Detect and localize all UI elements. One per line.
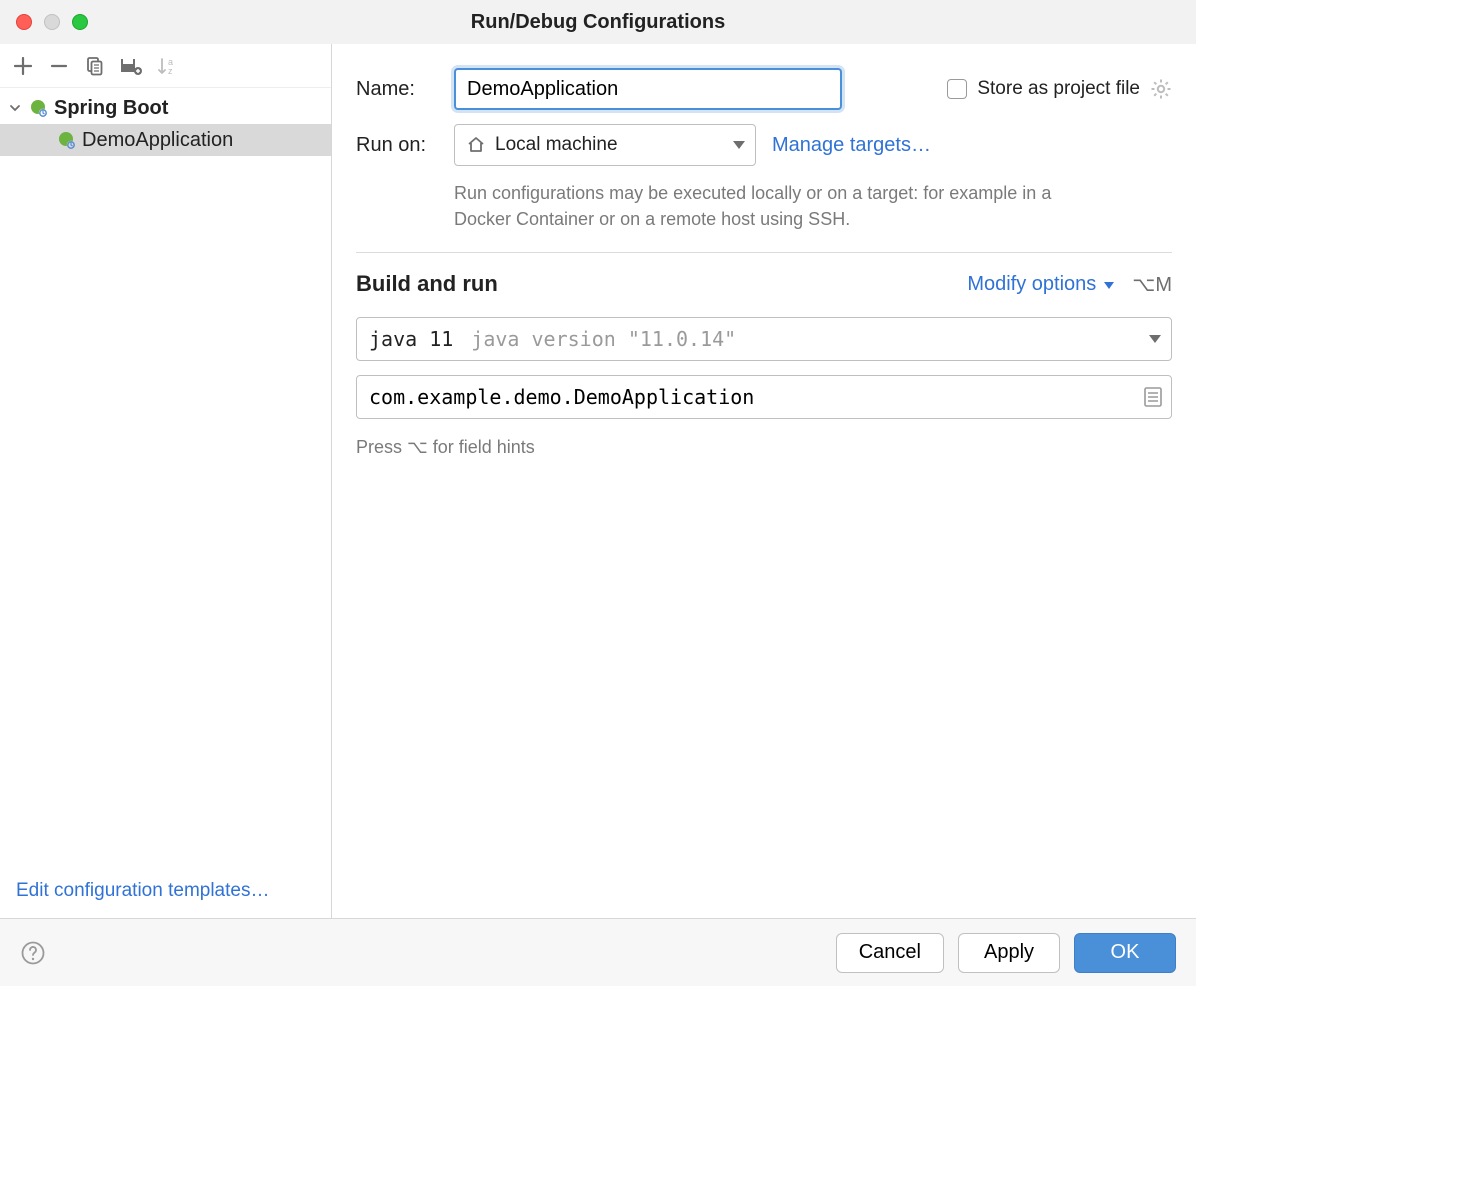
gear-icon[interactable] <box>1150 78 1172 100</box>
separator <box>356 252 1172 253</box>
store-label: Store as project file <box>977 78 1140 100</box>
store-as-project-file[interactable]: Store as project file <box>947 78 1172 100</box>
zoom-window-button[interactable] <box>72 14 88 30</box>
window-controls <box>16 14 88 30</box>
content-area: az Spring Boot DemoApplication Edit conf… <box>0 44 1196 918</box>
chevron-down-icon <box>1104 282 1114 289</box>
spring-boot-icon <box>56 130 76 150</box>
modify-options-label: Modify options <box>967 273 1096 296</box>
chevron-down-icon <box>733 141 745 149</box>
chevron-down-icon <box>8 102 22 114</box>
minimize-window-button[interactable] <box>44 14 60 30</box>
window-title: Run/Debug Configurations <box>471 11 725 34</box>
spring-boot-icon <box>28 98 48 118</box>
jdk-detail: java version "11.0.14" <box>471 327 736 351</box>
modify-options[interactable]: Modify options ⌥M <box>967 272 1172 297</box>
dialog-footer: Cancel Apply OK <box>0 918 1196 986</box>
tree-item-demoapplication[interactable]: DemoApplication <box>0 124 331 156</box>
titlebar: Run/Debug Configurations <box>0 0 1196 44</box>
configurations-toolbar: az <box>0 44 331 88</box>
close-window-button[interactable] <box>16 14 32 30</box>
add-configuration-button[interactable] <box>12 55 34 77</box>
configuration-editor: Name: Store as project file Run on: Loca… <box>332 44 1196 918</box>
name-input[interactable] <box>454 68 842 110</box>
tree-category-spring-boot[interactable]: Spring Boot <box>0 92 331 124</box>
list-icon[interactable] <box>1144 387 1162 407</box>
field-hint: Press ⌥ for field hints <box>356 437 1172 458</box>
configurations-panel: az Spring Boot DemoApplication Edit conf… <box>0 44 332 918</box>
build-and-run-header: Build and run Modify options ⌥M <box>356 271 1172 297</box>
section-title: Build and run <box>356 271 498 297</box>
home-icon <box>467 136 485 154</box>
runon-dropdown[interactable]: Local machine <box>454 124 756 166</box>
runon-row: Run on: Local machine Manage targets… <box>356 124 1172 166</box>
chevron-down-icon <box>1149 335 1161 343</box>
name-label: Name: <box>356 78 438 101</box>
svg-text:z: z <box>168 66 173 76</box>
help-button[interactable] <box>20 940 46 966</box>
remove-configuration-button[interactable] <box>48 55 70 77</box>
save-configuration-button[interactable] <box>120 55 142 77</box>
runon-value: Local machine <box>495 134 618 156</box>
configurations-tree: Spring Boot DemoApplication <box>0 88 331 868</box>
name-row: Name: Store as project file <box>356 68 1172 110</box>
ok-button[interactable]: OK <box>1074 933 1176 973</box>
checkbox-icon[interactable] <box>947 79 967 99</box>
tree-category-label: Spring Boot <box>54 97 168 120</box>
jdk-dropdown[interactable]: java 11 java version "11.0.14" <box>356 317 1172 361</box>
sort-configurations-button[interactable]: az <box>156 55 178 77</box>
tree-item-label: DemoApplication <box>82 129 233 152</box>
runon-label: Run on: <box>356 134 438 157</box>
jdk-name: java 11 <box>369 327 453 351</box>
edit-templates-link[interactable]: Edit configuration templates… <box>0 868 331 918</box>
cancel-button[interactable]: Cancel <box>836 933 944 973</box>
copy-configuration-button[interactable] <box>84 55 106 77</box>
runon-hint: Run configurations may be executed local… <box>356 180 1056 232</box>
apply-button[interactable]: Apply <box>958 933 1060 973</box>
modify-options-shortcut: ⌥M <box>1132 272 1172 297</box>
main-class-input[interactable] <box>356 375 1172 419</box>
main-class-field-wrap <box>356 375 1172 419</box>
manage-targets-link[interactable]: Manage targets… <box>772 134 931 157</box>
